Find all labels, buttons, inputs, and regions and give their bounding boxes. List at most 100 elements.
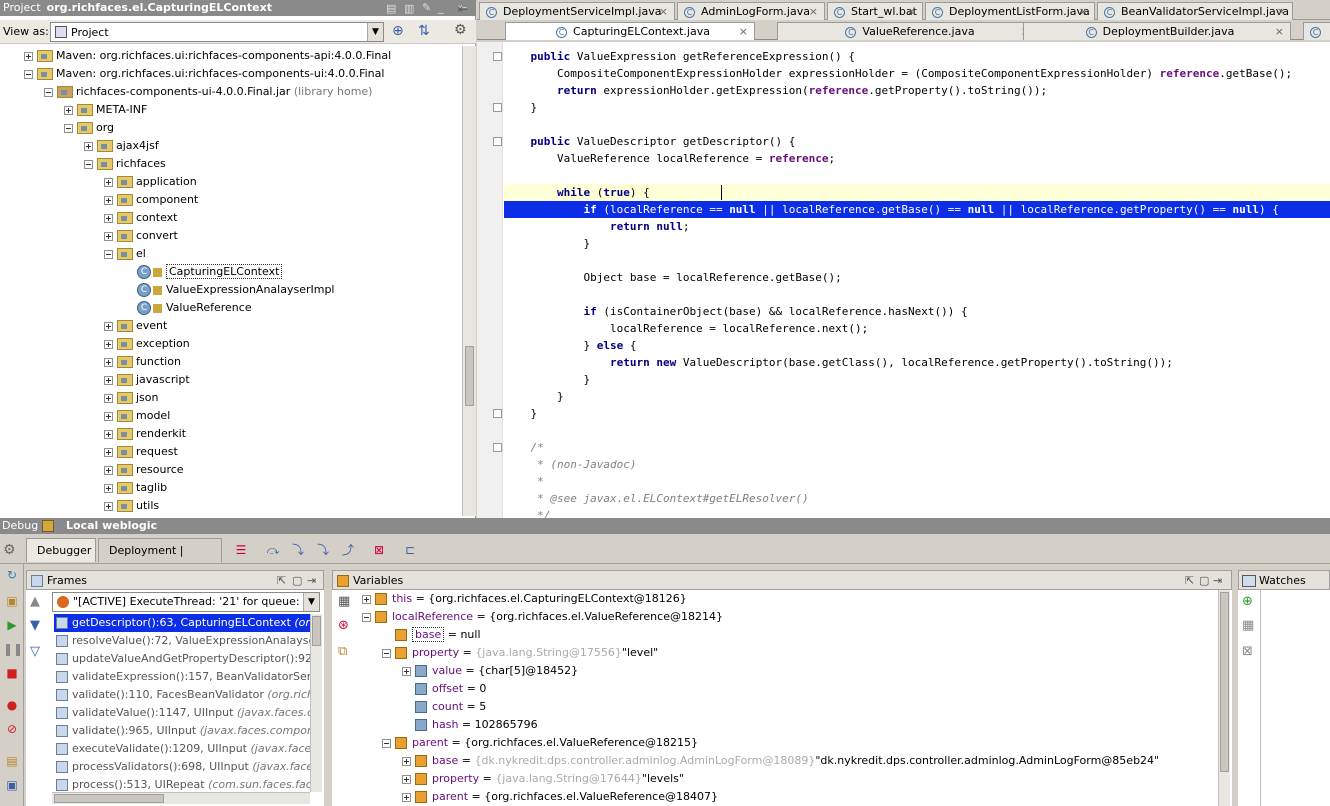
force-step-into-icon[interactable]: ⤵: [314, 541, 332, 559]
tree-item[interactable]: C CapturingELContext: [124, 263, 283, 281]
expand-icon[interactable]: [104, 465, 113, 475]
expand-icon[interactable]: [104, 321, 113, 331]
stack-frame[interactable]: updateValueAndGetPropertyDescriptor():92…: [54, 650, 310, 668]
variables-restore-icon[interactable]: ▢: [1199, 571, 1209, 591]
tree-item[interactable]: context: [104, 209, 177, 227]
variable-row[interactable]: base = {dk.nykredit.dps.controller.admin…: [402, 752, 1159, 770]
tree-item[interactable]: javascript: [104, 371, 190, 389]
filter-icon[interactable]: ▽: [30, 644, 40, 659]
close-icon[interactable]: ×: [1079, 3, 1088, 20]
code-line[interactable]: }: [504, 99, 538, 116]
stop-icon[interactable]: ■: [3, 664, 21, 682]
tree-item[interactable]: json: [104, 389, 159, 407]
stack-frame[interactable]: validate():965, UIInput (javax.faces.com…: [54, 722, 310, 740]
scroll-from-source-icon[interactable]: ⊕: [392, 23, 404, 39]
expand-icon[interactable]: [104, 393, 113, 403]
close-icon[interactable]: ×: [1277, 3, 1286, 20]
frames-hscroll-thumb[interactable]: [54, 794, 164, 803]
frames-scrollbar[interactable]: [310, 614, 322, 792]
pin-icon[interactable]: ✎: [422, 0, 431, 16]
editor-tab-overflow[interactable]: C: [1303, 22, 1330, 40]
remove-watch-icon[interactable]: ⊠: [1242, 644, 1253, 659]
code-line[interactable]: CompositeComponentExpressionHolder expre…: [504, 65, 1292, 82]
code-line[interactable]: while (true) {: [504, 184, 1330, 201]
watch-add-icon[interactable]: ⊛: [338, 618, 349, 633]
code-line[interactable]: }: [504, 371, 590, 388]
tree-item[interactable]: META-INF: [64, 101, 147, 119]
variables-scrollbar[interactable]: [1218, 590, 1230, 806]
expand-icon[interactable]: [64, 105, 73, 115]
code-line[interactable]: return null;: [504, 218, 690, 235]
expand-icon[interactable]: [402, 774, 411, 784]
camera-icon[interactable]: ▣: [3, 776, 21, 794]
tree-item[interactable]: request: [104, 443, 178, 461]
code-line[interactable]: }: [504, 388, 564, 405]
duplicate-watch-icon[interactable]: ▦: [1242, 618, 1254, 633]
code-line[interactable]: /*: [504, 439, 544, 456]
tree-item[interactable]: el: [104, 245, 146, 263]
expand-icon[interactable]: [402, 792, 411, 802]
expand-icon[interactable]: [362, 594, 371, 604]
step-out-icon[interactable]: ⤴: [339, 541, 357, 559]
expand-icon[interactable]: [104, 231, 113, 241]
tree-item[interactable]: org: [64, 119, 114, 137]
code-line[interactable]: * (non-Javadoc): [504, 456, 636, 473]
editor-tab[interactable]: C BeanValidatorServiceImpl.java ×: [1097, 2, 1293, 20]
variables-hide-icon[interactable]: ⇥: [1213, 571, 1222, 591]
chevron-down-icon[interactable]: ▼: [367, 23, 383, 41]
collapse-icon[interactable]: [104, 249, 113, 259]
expand-icon[interactable]: [104, 447, 113, 457]
layout-icon[interactable]: ▤: [386, 1, 396, 17]
expand-icon[interactable]: [104, 357, 113, 367]
code-line[interactable]: return new ValueDescriptor(base.getClass…: [504, 354, 1173, 371]
variable-row[interactable]: this = {org.richfaces.el.CapturingELCont…: [362, 590, 687, 608]
code-line[interactable]: public ValueExpression getReferenceExpre…: [504, 48, 856, 65]
collapse-icon[interactable]: [382, 738, 391, 748]
code-line[interactable]: }: [504, 405, 538, 422]
tab-deployment-output[interactable]: Deployment | Output: [98, 538, 222, 581]
variable-row[interactable]: parent = {org.richfaces.el.ValueReferenc…: [402, 788, 718, 806]
stack-frame[interactable]: processValidators():698, UIInput (javax.…: [54, 758, 310, 776]
view-breakpoints-icon[interactable]: ●: [3, 696, 21, 714]
gear-icon[interactable]: ⚙: [454, 22, 467, 38]
pin-editor-icon[interactable]: ⇤: [458, 2, 474, 16]
expand-icon[interactable]: [24, 51, 33, 61]
fold-start-icon[interactable]: [493, 443, 502, 452]
tree-item[interactable]: component: [104, 191, 198, 209]
new-watch-icon[interactable]: ⊕: [1242, 594, 1253, 609]
close-icon[interactable]: ×: [739, 23, 748, 40]
variable-row[interactable]: count = 5: [402, 698, 486, 716]
project-scroll-thumb[interactable]: [465, 346, 474, 406]
editor-tab[interactable]: C DeploymentServiceImpl.java ×: [479, 2, 675, 20]
tree-item[interactable]: resource: [104, 461, 184, 479]
get-thread-dump-icon[interactable]: ▤: [3, 752, 21, 770]
copy-value-icon[interactable]: ⧉: [338, 644, 347, 659]
code-line[interactable]: }: [504, 235, 590, 252]
variables-scroll-thumb[interactable]: [1220, 592, 1229, 772]
code-line[interactable]: public ValueDescriptor getDescriptor() {: [504, 133, 796, 150]
fold-end-icon[interactable]: [493, 409, 502, 418]
tree-item[interactable]: utils: [104, 497, 159, 515]
expand-icon[interactable]: [104, 195, 113, 205]
collapse-all-icon[interactable]: ⇅: [418, 23, 430, 39]
expand-icon[interactable]: [104, 339, 113, 349]
code-line[interactable]: if (isContainerObject(base) && localRefe…: [504, 303, 967, 320]
frames-hscrollbar[interactable]: [52, 792, 310, 804]
variable-row[interactable]: parent = {org.richfaces.el.ValueReferenc…: [382, 734, 698, 752]
close-icon[interactable]: ×: [659, 3, 668, 20]
fold-start-icon[interactable]: [493, 52, 502, 61]
frame-down-icon[interactable]: ▼: [30, 618, 40, 633]
tree-item[interactable]: Maven: org.richfaces.ui:richfaces-compon…: [24, 65, 384, 83]
variable-row[interactable]: base = null: [382, 626, 481, 644]
code-line[interactable]: *: [504, 473, 544, 490]
expand-icon[interactable]: [104, 483, 113, 493]
tree-item[interactable]: taglib: [104, 479, 167, 497]
show-execution-point-icon[interactable]: ☰: [232, 541, 250, 559]
expand-icon[interactable]: [104, 375, 113, 385]
close-icon[interactable]: ×: [1275, 23, 1284, 40]
drop-frame-icon[interactable]: ⊠: [370, 541, 388, 559]
frames-settings-icon[interactable]: ⇱: [277, 571, 286, 591]
fold-end-icon[interactable]: [493, 103, 502, 112]
code-line[interactable]: Object base = localReference.getBase();: [504, 269, 841, 286]
thread-select[interactable]: "[ACTIVE] ExecuteThread: '21' for queue:…: [52, 592, 320, 612]
